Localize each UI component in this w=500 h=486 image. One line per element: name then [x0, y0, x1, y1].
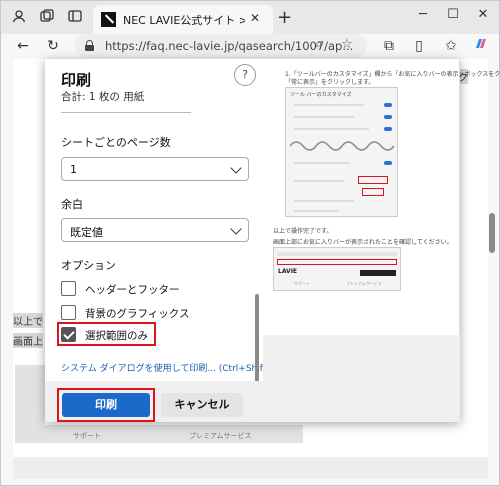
page-nav-premium: プレミアムサービス [189, 432, 252, 440]
page-text-screen: 画面上 [13, 333, 43, 348]
section-divider [61, 112, 191, 113]
preview-step-line2: 「常に表示」をクリックします。 [285, 79, 375, 86]
background-graphics-checkbox[interactable] [61, 305, 76, 320]
favorites-icon[interactable]: ✩ [441, 36, 461, 56]
preview-shot-line [294, 200, 354, 202]
print-preview: 1.「ツールバーのカスタマイズ」欄から「お気に入りバーの表示」ボックスをクリック… [263, 59, 500, 422]
preview-brand: LAVIE [278, 268, 298, 275]
preview-shot-line [294, 128, 369, 130]
page-nav-bar [15, 425, 303, 443]
preview-shot-line [294, 210, 339, 212]
help-icon[interactable]: ? [234, 64, 256, 86]
back-icon[interactable]: ← [13, 36, 33, 56]
profile-icon[interactable] [9, 8, 29, 28]
preview-confirm-text: 画面上部にお気に入りバーが表示されたことを確認してください。 [273, 239, 453, 246]
cancel-button[interactable]: キャンセル [161, 393, 243, 417]
preview-screenshot-settings: ツール バーのカスタマイズ [285, 87, 398, 217]
margins-select[interactable]: 既定値 [61, 218, 249, 242]
copilot-icon[interactable] [471, 36, 491, 56]
pages-per-sheet-value: 1 [70, 163, 77, 176]
preview-shot-line [294, 162, 349, 164]
preview-red-box [362, 188, 384, 196]
split-screen-icon[interactable]: ▯ [409, 36, 429, 56]
margins-value: 既定値 [70, 226, 103, 239]
background-graphics-option[interactable]: 背景のグラフィックス [61, 303, 261, 323]
preview-wavy-break [290, 141, 395, 151]
page-scrollbar[interactable] [489, 213, 495, 253]
print-settings-panel: 印刷 合計: 1 枚の 用紙 ? シートごとのページ数 1 余白 既定値 オプシ… [45, 59, 283, 422]
header-footer-checkbox[interactable] [61, 281, 76, 296]
header-footer-option[interactable]: ヘッダーとフッター [61, 279, 261, 299]
new-tab-icon[interactable]: + [277, 7, 292, 28]
chevron-down-icon [230, 162, 242, 174]
browser-window: NEC LAVIE公式サイト > サービス＆サ ✕ + ─ ☐ ✕ ← ↻ ht… [0, 0, 500, 486]
zoom-icon[interactable]: ⌕ [315, 37, 322, 52]
navigation-toolbar: ← ↻ https://faq.nec-lavie.jp/qasearch/10… [1, 34, 499, 58]
vertical-tabs-icon[interactable] [65, 8, 85, 28]
preview-red-box [277, 259, 397, 265]
pages-per-sheet-label: シートごとのページ数 [61, 136, 171, 149]
preview-support: サポート [294, 281, 310, 286]
options-label: オプション [61, 259, 116, 272]
preview-toggle [384, 103, 392, 107]
page-nav-support: サポート [73, 432, 101, 440]
preview-done-text: 以上で操作完了です。 [273, 228, 333, 235]
preview-premium: プレミアムサービス [346, 281, 382, 286]
tab-title: NEC LAVIE公式サイト > サービス＆サ [123, 14, 245, 27]
system-dialog-link[interactable]: システム ダイアログを使用して印刷... (Ctrl+Shift+P) [61, 361, 283, 374]
page-image-strip [15, 365, 45, 425]
settings-scrollbar[interactable] [255, 294, 259, 382]
refresh-icon[interactable]: ↻ [43, 36, 63, 56]
preview-shot-line [294, 104, 364, 106]
dialog-subtitle: 合計: 1 枚の 用紙 [61, 91, 145, 103]
tab-strip: NEC LAVIE公式サイト > サービス＆サ ✕ + ─ ☐ ✕ [1, 1, 499, 34]
margins-label: 余白 [61, 198, 83, 211]
preview-shot-line [277, 252, 397, 256]
pages-per-sheet-select[interactable]: 1 [61, 157, 249, 181]
preview-red-box [358, 176, 388, 184]
dialog-title: 印刷 [61, 71, 92, 89]
preview-shot-line [294, 180, 344, 182]
print-button[interactable]: 印刷 [62, 393, 150, 417]
preview-toggle [384, 127, 392, 131]
selection-highlight-box [57, 322, 156, 346]
minimize-icon[interactable]: ─ [413, 7, 433, 22]
background-graphics-label: 背景のグラフィックス [85, 308, 190, 320]
maximize-icon[interactable]: ☐ [443, 7, 463, 22]
address-bar[interactable]: https://faq.nec-lavie.jp/qasearch/1007/a… [75, 34, 367, 58]
page-text-done: 以上で [13, 313, 43, 328]
workspaces-icon[interactable] [37, 8, 57, 28]
chevron-down-icon [230, 223, 242, 235]
print-dialog: 印刷 合計: 1 枚の 用紙 ? シートごとのページ数 1 余白 既定値 オプシ… [45, 59, 500, 422]
extensions-icon[interactable]: ⧉ [379, 36, 399, 56]
preview-shot-title: ツール バーのカスタマイズ [290, 92, 352, 98]
preview-page: 1.「ツールバーのカスタマイズ」欄から「お気に入りバーの表示」ボックスをクリック… [263, 59, 500, 335]
page-footer-box [13, 457, 488, 479]
header-footer-label: ヘッダーとフッター [85, 284, 180, 296]
preview-dark-button [360, 270, 396, 276]
close-tab-icon[interactable]: ✕ [250, 11, 260, 25]
nec-favicon-icon [101, 12, 116, 27]
active-tab[interactable]: NEC LAVIE公式サイト > サービス＆サ ✕ [93, 5, 273, 34]
preview-toggle [384, 115, 392, 119]
preview-screenshot-favbar: LAVIE サポート プレミアムサービス [273, 247, 401, 291]
preview-toggle [384, 161, 392, 165]
lock-icon [85, 40, 94, 51]
preview-shot-line [294, 116, 354, 118]
favorite-star-icon[interactable]: ☆ [341, 37, 353, 52]
close-window-icon[interactable]: ✕ [473, 7, 493, 22]
